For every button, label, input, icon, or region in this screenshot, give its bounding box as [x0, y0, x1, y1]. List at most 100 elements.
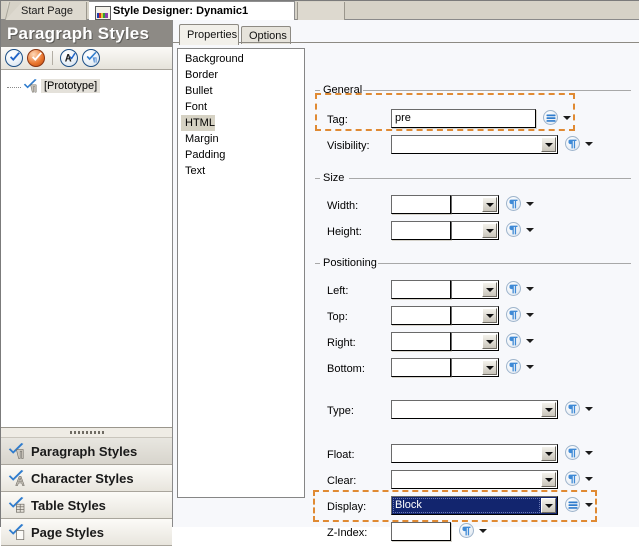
bottom-input[interactable] — [391, 358, 451, 377]
right-options-caret-icon[interactable] — [526, 339, 534, 343]
chevron-down-icon[interactable] — [541, 472, 556, 487]
float-combo[interactable] — [391, 444, 558, 463]
chevron-down-icon[interactable] — [541, 498, 556, 513]
width-input[interactable] — [391, 195, 451, 214]
pilcrow-badge-icon[interactable] — [506, 196, 521, 211]
tab-properties[interactable]: Properties — [179, 24, 239, 45]
z-index-options-caret-icon[interactable] — [479, 529, 487, 533]
chevron-down-icon[interactable] — [482, 308, 497, 323]
new-style-icon[interactable] — [5, 49, 23, 67]
left-input[interactable] — [391, 280, 451, 299]
tree-connector — [7, 87, 21, 88]
bottom-options-caret-icon[interactable] — [526, 365, 534, 369]
list-item-selected[interactable]: HTML — [178, 115, 304, 131]
list-item[interactable]: Bullet — [178, 83, 304, 99]
tree-item-prototype[interactable]: [Prototype] — [7, 79, 100, 93]
pilcrow-glyph — [568, 404, 577, 414]
document-tab-label: Style Designer: Dynamic1 — [113, 5, 248, 17]
sidebar-item-page-styles[interactable]: Page Styles — [1, 519, 172, 546]
tree-item-label: [Prototype] — [41, 79, 100, 93]
list-badge-icon[interactable] — [565, 497, 580, 512]
delete-style-icon[interactable] — [27, 49, 45, 67]
list-item[interactable]: Font — [178, 99, 304, 115]
pilcrow-badge-icon[interactable] — [506, 333, 521, 348]
sidebar-item-character-styles[interactable]: Character Styles — [1, 465, 172, 492]
field-label-float: Float: — [327, 449, 355, 461]
z-index-input[interactable] — [391, 522, 451, 541]
width-options-caret-icon[interactable] — [526, 202, 534, 206]
right-unit-combo[interactable] — [451, 332, 499, 351]
display-value: Block — [395, 499, 422, 511]
field-label-visibility: Visibility: — [327, 140, 370, 152]
float-options-caret-icon[interactable] — [585, 451, 593, 455]
list-item-label: HTML — [181, 115, 215, 131]
sidebar-item-paragraph-styles[interactable]: Paragraph Styles — [1, 438, 172, 465]
clear-combo[interactable] — [391, 470, 558, 489]
field-label-z-index: Z-Index: — [327, 527, 367, 539]
field-label-bottom: Bottom: — [327, 363, 365, 375]
chevron-down-icon[interactable] — [482, 334, 497, 349]
list-item[interactable]: Border — [178, 67, 304, 83]
clear-options-caret-icon[interactable] — [585, 477, 593, 481]
list-badge-icon[interactable] — [543, 110, 558, 125]
left-options-caret-icon[interactable] — [526, 287, 534, 291]
left-unit-combo[interactable] — [451, 280, 499, 299]
list-item[interactable]: Background — [178, 51, 304, 67]
pilcrow-badge-icon[interactable] — [506, 307, 521, 322]
display-options-caret-icon[interactable] — [585, 503, 593, 507]
type-combo[interactable] — [391, 400, 558, 419]
document-tab-label: Start Page — [21, 5, 73, 17]
top-input[interactable] — [391, 306, 451, 325]
pilcrow-badge-icon[interactable] — [565, 445, 580, 460]
width-unit-combo[interactable] — [451, 195, 499, 214]
chevron-down-icon[interactable] — [541, 137, 556, 152]
apply-style-icon[interactable] — [82, 49, 100, 67]
display-combo[interactable]: Block — [391, 496, 558, 515]
pilcrow-glyph — [509, 225, 518, 235]
pilcrow-badge-icon[interactable] — [506, 281, 521, 296]
bottom-unit-combo[interactable] — [451, 358, 499, 377]
chevron-down-icon[interactable] — [541, 446, 556, 461]
sidebar-item-label: Table Styles — [31, 498, 106, 513]
paragraph-styles-icon — [8, 443, 25, 460]
height-input[interactable] — [391, 221, 451, 240]
chevron-down-icon[interactable] — [482, 197, 497, 212]
sidebar-item-table-styles[interactable]: Table Styles — [1, 492, 172, 519]
chevron-down-icon[interactable] — [482, 282, 497, 297]
tag-input[interactable]: pre — [391, 109, 536, 128]
visibility-combo[interactable] — [391, 135, 558, 154]
pilcrow-glyph — [509, 310, 518, 320]
pilcrow-glyph — [509, 362, 518, 372]
top-unit-combo[interactable] — [451, 306, 499, 325]
pilcrow-badge-icon[interactable] — [459, 523, 474, 538]
visibility-options-caret-icon[interactable] — [585, 142, 593, 146]
tag-options-caret-icon[interactable] — [563, 116, 571, 120]
document-tab-start-page[interactable]: Start Page — [7, 2, 87, 20]
height-options-caret-icon[interactable] — [526, 228, 534, 232]
list-item[interactable]: Padding — [178, 147, 304, 163]
section-title-size: Size — [320, 172, 347, 184]
right-input[interactable] — [391, 332, 451, 351]
top-options-caret-icon[interactable] — [526, 313, 534, 317]
type-options-caret-icon[interactable] — [585, 407, 593, 411]
pilcrow-badge-icon[interactable] — [506, 222, 521, 237]
chevron-down-icon[interactable] — [482, 223, 497, 238]
list-item-label: Background — [181, 51, 244, 67]
list-item[interactable]: Margin — [178, 131, 304, 147]
style-designer-icon — [95, 6, 111, 20]
style-tree[interactable]: [Prototype] — [1, 70, 172, 428]
property-group-list[interactable]: Background Border Bullet Font HTML Margi… — [177, 48, 305, 498]
pilcrow-badge-icon[interactable] — [506, 359, 521, 374]
pilcrow-badge-icon[interactable] — [565, 401, 580, 416]
chevron-down-icon[interactable] — [482, 360, 497, 375]
pilcrow-glyph — [568, 448, 577, 458]
list-item-label: Margin — [181, 131, 219, 147]
height-unit-combo[interactable] — [451, 221, 499, 240]
sidebar-resize-grip[interactable] — [1, 428, 172, 438]
chevron-down-icon[interactable] — [541, 402, 556, 417]
pilcrow-badge-icon[interactable] — [565, 136, 580, 151]
list-item[interactable]: Text — [178, 163, 304, 179]
document-tab-style-designer[interactable]: Style Designer: Dynamic1 — [89, 1, 295, 20]
rename-style-icon[interactable] — [60, 49, 78, 67]
pilcrow-badge-icon[interactable] — [565, 471, 580, 486]
